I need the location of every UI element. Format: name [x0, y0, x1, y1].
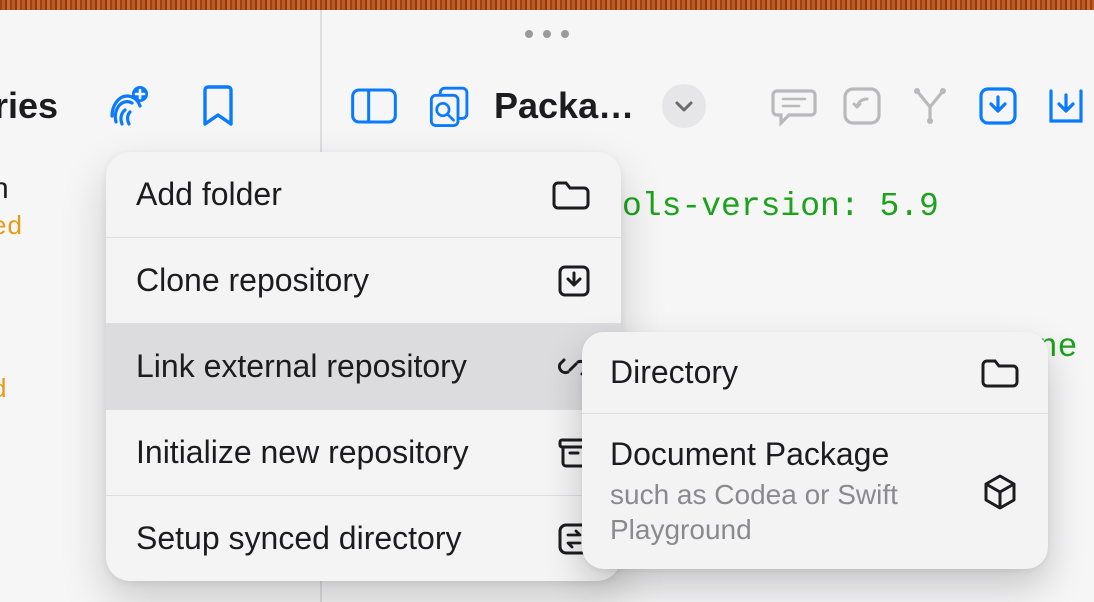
comment-bubble-icon[interactable]	[770, 82, 818, 130]
download-square-icon	[557, 264, 591, 298]
submenu-item-title: Document Package	[610, 436, 930, 473]
touchid-add-icon[interactable]	[102, 82, 150, 130]
toolbar-trailing-icons	[770, 82, 1084, 130]
menu-item-label: Add folder	[136, 176, 282, 213]
menu-item-clone-repository[interactable]: Clone repository	[106, 238, 621, 324]
context-submenu: Directory Document Package such as Codea…	[582, 332, 1048, 569]
menu-item-label: Setup synced directory	[136, 520, 462, 557]
download-square-icon[interactable]	[974, 82, 1022, 130]
fork-icon[interactable]	[906, 82, 954, 130]
toolbar: tories	[0, 74, 1094, 138]
menu-item-add-folder[interactable]: Add folder	[106, 152, 621, 238]
menu-item-initialize-repository[interactable]: Initialize new repository	[106, 410, 621, 496]
folder-icon	[980, 357, 1020, 389]
menu-item-setup-synced-directory[interactable]: Setup synced directory	[106, 496, 621, 581]
active-tab[interactable]: Packa…	[426, 82, 634, 130]
menu-item-label: Initialize new repository	[136, 434, 469, 471]
menu-item-link-external-repository[interactable]: Link external repository	[106, 324, 621, 410]
sidebar-list: n ed d	[0, 172, 23, 404]
sidebar-tab-repositories[interactable]: tories	[0, 85, 58, 127]
sidebar-item[interactable]: n ed	[0, 172, 23, 241]
toolbar-right-group: Packa…	[350, 82, 1084, 130]
toolbar-left-group: tories	[0, 82, 320, 130]
submenu-item-document-package[interactable]: Document Package such as Codea or Swift …	[582, 414, 1048, 569]
sidebar-item-status-fragment: ed	[0, 210, 23, 241]
submenu-item-subtitle: such as Codea or Swift Playground	[610, 477, 930, 547]
package-cube-icon	[980, 472, 1020, 512]
menu-item-label: Clone repository	[136, 262, 369, 299]
window-titlebar-decoration	[0, 0, 1094, 10]
tab-more-button[interactable]	[662, 84, 706, 128]
dot-icon	[543, 30, 551, 38]
dot-icon	[525, 30, 533, 38]
sidebar-left-icon[interactable]	[350, 82, 398, 130]
sidebar-item-status-fragment: d	[0, 373, 23, 404]
tab-title: Packa…	[494, 85, 634, 127]
undo-icon[interactable]	[838, 82, 886, 130]
dot-icon	[561, 30, 569, 38]
sidebar-item-title-fragment: n	[0, 172, 23, 206]
context-menu: Add folder Clone repository Link externa…	[106, 152, 621, 581]
drag-indicator[interactable]	[525, 30, 569, 38]
bookmark-icon[interactable]	[194, 82, 242, 130]
find-in-files-icon	[426, 82, 474, 130]
submenu-item-title: Directory	[610, 354, 738, 391]
submenu-item-directory[interactable]: Directory	[582, 332, 1048, 414]
menu-item-label: Link external repository	[136, 348, 467, 385]
folder-icon	[551, 179, 591, 211]
download-open-icon[interactable]	[1042, 82, 1090, 130]
sidebar-item[interactable]: d	[0, 373, 23, 404]
